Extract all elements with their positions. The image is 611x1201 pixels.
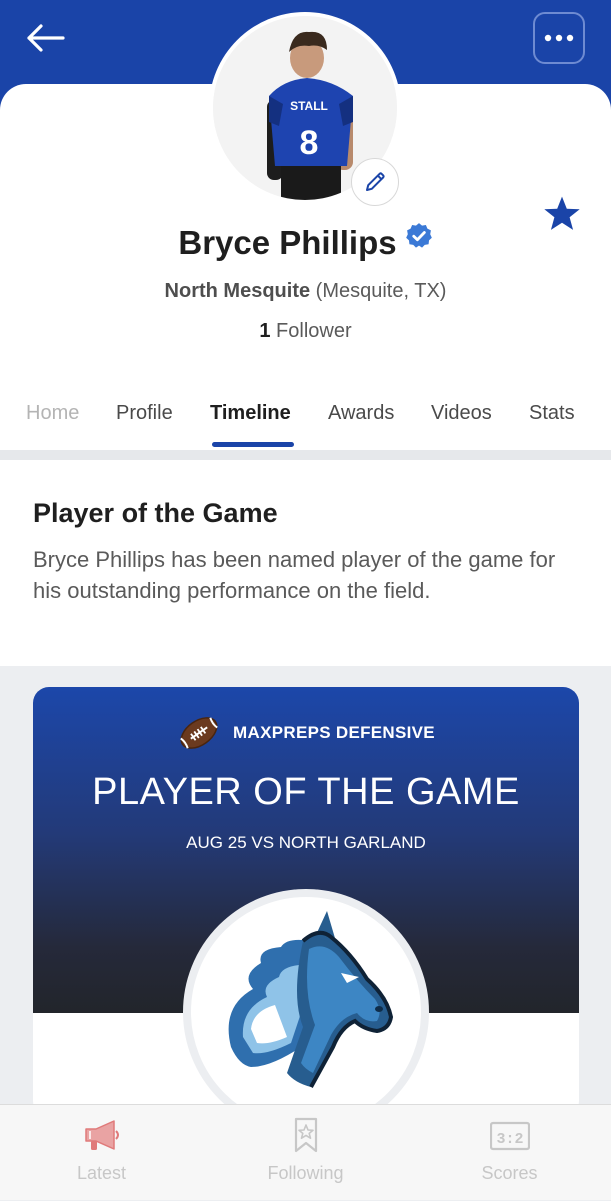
bottom-navigation: Latest Following 3:2 Scores (0, 1104, 611, 1200)
award-brand-row: MAXPREPS DEFENSIVE (33, 713, 579, 753)
tab-awards[interactable]: Awards (328, 402, 394, 425)
divider (0, 450, 611, 460)
arrow-left-icon (27, 24, 65, 52)
pencil-icon (366, 172, 385, 191)
nav-scores[interactable]: 3:2 Scores (408, 1105, 611, 1201)
award-graphic-card[interactable]: MAXPREPS DEFENSIVE PLAYER OF THE GAME AU… (33, 687, 579, 1117)
school-name[interactable]: North Mesquite (165, 280, 311, 302)
tab-profile[interactable]: Profile (116, 402, 173, 425)
verified-badge-icon (405, 223, 432, 248)
post-title: Player of the Game (33, 498, 278, 528)
stallion-logo-icon (228, 911, 394, 1088)
follower-count[interactable]: 1 Follower (0, 320, 611, 343)
tab-home[interactable]: Home (26, 402, 79, 425)
tab-videos[interactable]: Videos (431, 402, 492, 425)
more-options-button[interactable] (533, 12, 585, 64)
award-headline: PLAYER OF THE GAME (92, 771, 520, 813)
jersey-number: 8 (300, 124, 319, 162)
nav-latest[interactable]: Latest (0, 1105, 203, 1201)
football-icon (180, 717, 218, 749)
follower-label: Follower (276, 320, 352, 342)
nav-following[interactable]: Following (204, 1105, 407, 1201)
school-location: (Mesquite, TX) (315, 280, 447, 302)
scoreboard-icon-text: 3:2 (496, 1131, 523, 1148)
follower-number: 1 (259, 320, 271, 342)
school-info: North Mesquite (Mesquite, TX) (0, 280, 611, 303)
post-body: Bryce Phillips has been named player of … (33, 547, 556, 603)
player-name: Bryce Phillips (178, 224, 397, 261)
back-button[interactable] (22, 20, 68, 56)
tab-stats[interactable]: Stats (529, 402, 575, 425)
edit-photo-button[interactable] (351, 158, 399, 206)
award-game-info: AUG 25 VS NORTH GARLAND (186, 833, 426, 852)
scoreboard-icon: 3:2 (489, 1121, 530, 1151)
megaphone-icon (84, 1120, 119, 1150)
ellipsis-icon (544, 34, 574, 42)
award-brand: MAXPREPS DEFENSIVE (233, 723, 435, 742)
profile-tabs: Home Profile Timeline Awards Videos Stat… (0, 398, 611, 450)
player-name-row: Bryce Phillips (0, 223, 611, 262)
team-logo (183, 889, 429, 1117)
active-tab-indicator (212, 442, 294, 447)
nav-latest-label: Latest (76, 1163, 127, 1183)
tab-timeline[interactable]: Timeline (210, 402, 291, 425)
jersey-text: STALL (290, 99, 328, 113)
nav-following-label: Following (267, 1163, 344, 1183)
nav-scores-label: Scores (481, 1163, 538, 1183)
timeline-post[interactable]: Player of the Game Bryce Phillips has be… (0, 460, 611, 666)
bookmark-star-icon (294, 1117, 317, 1153)
